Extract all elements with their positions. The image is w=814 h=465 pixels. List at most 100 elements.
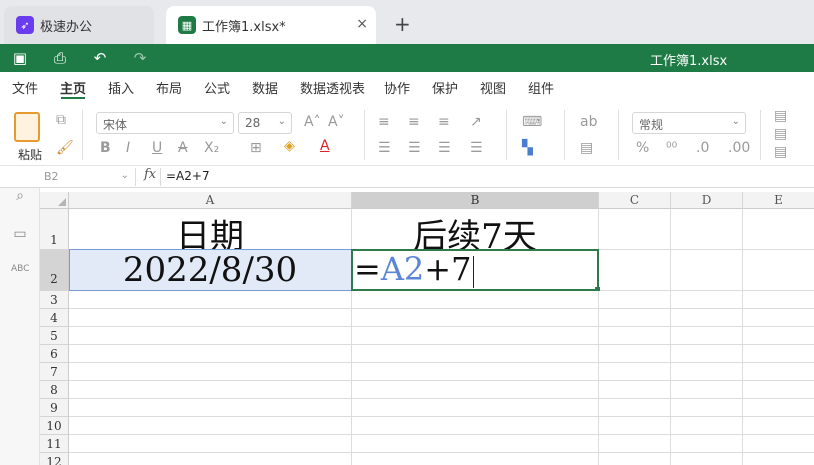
cell-a9[interactable] (69, 399, 352, 417)
name-box[interactable]: B2 ⌄ (40, 168, 136, 186)
delete-rows-icon[interactable]: ▤ (774, 126, 787, 142)
font-family-select[interactable]: 宋体 ⌄ (96, 112, 234, 134)
column-header-e[interactable]: E (743, 192, 814, 209)
cell-a1[interactable]: 日期 (69, 209, 352, 257)
cell-b9[interactable] (352, 399, 599, 417)
wrap-text-icon[interactable]: ⌨ (522, 114, 542, 130)
cell-c9[interactable] (599, 399, 671, 417)
column-header-d[interactable]: D (671, 192, 743, 209)
cell-c3[interactable] (599, 291, 671, 309)
merge-cells-icon[interactable]: ▚ (522, 140, 533, 156)
cell-e8[interactable] (743, 381, 814, 399)
cell-a12[interactable] (69, 453, 352, 465)
autofit-icon[interactable]: ab (580, 114, 597, 130)
align-middle-icon[interactable]: ≡ (408, 114, 420, 130)
align-left-icon[interactable]: ☰ (378, 140, 391, 156)
cell-c11[interactable] (599, 435, 671, 453)
cell-e1[interactable] (743, 209, 814, 250)
format-painter-icon[interactable]: 🖌 (56, 140, 74, 156)
border-icon[interactable]: ⊞ (250, 140, 262, 156)
format-rows-icon[interactable]: ▤ (774, 144, 787, 160)
cell-b3[interactable] (352, 291, 599, 309)
cell-a11[interactable] (69, 435, 352, 453)
cell-d9[interactable] (671, 399, 743, 417)
strikethrough-icon[interactable]: A (178, 140, 188, 156)
copy-icon[interactable]: ⧉ (56, 112, 66, 128)
cell-d6[interactable] (671, 345, 743, 363)
menu-home[interactable]: 主页 (60, 78, 86, 97)
print-icon[interactable]: ⎙ (51, 49, 69, 67)
underline-icon[interactable]: U (152, 140, 162, 156)
menu-layout[interactable]: 布局 (156, 78, 182, 97)
cell-d8[interactable] (671, 381, 743, 399)
cell-b2-editor[interactable]: =A2+7 (354, 250, 475, 288)
save-icon[interactable]: ▣ (11, 49, 29, 67)
paste-icon[interactable] (14, 112, 40, 142)
cell-style-icon[interactable]: ▤ (580, 140, 593, 156)
font-size-select[interactable]: 28 ⌄ (238, 112, 292, 134)
thousands-separator-icon[interactable]: ⁰⁰ (666, 140, 677, 156)
cell-e10[interactable] (743, 417, 814, 435)
cell-c12[interactable] (599, 453, 671, 465)
menu-pivot-table[interactable]: 数据透视表 (300, 78, 365, 97)
column-header-a[interactable]: A (69, 192, 352, 209)
cell-c2[interactable] (599, 250, 671, 291)
row-header-2[interactable]: 2 (40, 250, 69, 291)
cell-d3[interactable] (671, 291, 743, 309)
decrease-font-icon[interactable]: A˅ (328, 114, 345, 130)
menu-view[interactable]: 视图 (480, 78, 506, 97)
cell-b7[interactable] (352, 363, 599, 381)
search-icon[interactable]: ⌕ (11, 188, 29, 206)
row-header-3[interactable]: 3 (40, 291, 69, 309)
justify-icon[interactable]: ☰ (470, 140, 483, 156)
cell-c8[interactable] (599, 381, 671, 399)
cell-b5[interactable] (352, 327, 599, 345)
cell-a8[interactable] (69, 381, 352, 399)
cell-a3[interactable] (69, 291, 352, 309)
cell-b10[interactable] (352, 417, 599, 435)
function-icon[interactable]: fx (144, 167, 156, 182)
cell-d1[interactable] (671, 209, 743, 250)
cell-e7[interactable] (743, 363, 814, 381)
align-top-icon[interactable]: ≡ (378, 114, 390, 130)
formula-input[interactable]: =A2+7 (166, 169, 210, 183)
row-header-11[interactable]: 11 (40, 435, 69, 453)
cell-b1[interactable]: 后续7天 (352, 209, 599, 257)
row-header-10[interactable]: 10 (40, 417, 69, 435)
cell-d4[interactable] (671, 309, 743, 327)
cell-a4[interactable] (69, 309, 352, 327)
percent-icon[interactable]: % (636, 140, 649, 156)
italic-icon[interactable]: I (126, 140, 130, 156)
row-header-7[interactable]: 7 (40, 363, 69, 381)
cell-c5[interactable] (599, 327, 671, 345)
cell-e9[interactable] (743, 399, 814, 417)
align-right-icon[interactable]: ☰ (438, 140, 451, 156)
cell-b4[interactable] (352, 309, 599, 327)
font-color-icon[interactable]: A (320, 138, 330, 154)
fill-color-icon[interactable]: ◈ (284, 138, 295, 154)
cell-e5[interactable] (743, 327, 814, 345)
cell-c6[interactable] (599, 345, 671, 363)
cell-b6[interactable] (352, 345, 599, 363)
row-header-12[interactable]: 12 (40, 453, 69, 465)
row-header-6[interactable]: 6 (40, 345, 69, 363)
cell-a5[interactable] (69, 327, 352, 345)
column-header-b[interactable]: B (352, 192, 599, 209)
tab-app-home[interactable]: ➶ 极速办公 (4, 6, 154, 44)
cell-e4[interactable] (743, 309, 814, 327)
cell-a6[interactable] (69, 345, 352, 363)
text-orientation-icon[interactable]: ↗ (470, 114, 482, 130)
new-tab-button[interactable]: + (394, 12, 411, 36)
decrease-decimal-icon[interactable]: .00 (728, 140, 750, 156)
cell-d2[interactable] (671, 250, 743, 291)
increase-decimal-icon[interactable]: .0 (696, 140, 709, 156)
cell-d11[interactable] (671, 435, 743, 453)
bold-icon[interactable]: B (100, 140, 111, 156)
cell-c7[interactable] (599, 363, 671, 381)
cell-d5[interactable] (671, 327, 743, 345)
row-header-5[interactable]: 5 (40, 327, 69, 345)
cell-c1[interactable] (599, 209, 671, 250)
column-header-c[interactable]: C (599, 192, 671, 209)
menu-protect[interactable]: 保护 (432, 78, 458, 97)
align-bottom-icon[interactable]: ≡ (438, 114, 450, 130)
